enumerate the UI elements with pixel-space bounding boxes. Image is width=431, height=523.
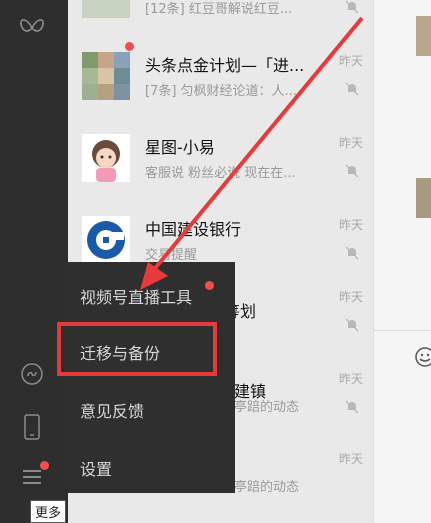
butterfly-logo-icon[interactable]	[18, 14, 46, 42]
menu-item-feedback[interactable]: 意见反馈	[80, 398, 144, 422]
divider	[374, 330, 431, 331]
muted-bell-icon	[345, 318, 359, 332]
chat-name: 星图-小易	[145, 138, 215, 157]
sidebar	[0, 0, 68, 523]
chat-preview: 亭踣的动态	[234, 480, 300, 495]
chat-time: 昨天	[338, 218, 363, 232]
ccb-logo-avatar	[82, 216, 130, 264]
contact-avatar	[416, 16, 431, 56]
chat-row[interactable]: 头条点金计划—「进... [7条] 匀枫财经论道：人... 昨天	[68, 40, 373, 122]
mini-program-icon[interactable]	[18, 360, 46, 388]
chat-preview: 亭踣的动态	[234, 400, 300, 415]
muted-bell-icon	[345, 0, 359, 14]
chat-window	[373, 0, 431, 523]
contact-avatar	[416, 178, 431, 218]
menu-item-live-tools[interactable]: 视频号直播工具	[80, 284, 192, 308]
phone-icon[interactable]	[18, 413, 46, 441]
menu-item-settings[interactable]: 设置	[80, 456, 112, 480]
more-tooltip: 更多	[30, 500, 67, 523]
chat-time: 昨天	[338, 54, 363, 68]
muted-bell-icon	[345, 164, 359, 178]
muted-bell-icon	[345, 82, 359, 96]
unread-dot	[125, 42, 134, 51]
chat-row[interactable]: [12条] 红豆哥解说红豆...	[68, 0, 373, 40]
chat-time: 昨天	[338, 452, 363, 466]
chat-preview: [7条] 匀枫财经论道：人...	[145, 84, 297, 99]
chat-preview: 客服说 粉丝必说 现在在...	[145, 166, 296, 181]
more-unread-dot	[40, 461, 49, 470]
chat-preview: 交易提醒	[145, 248, 198, 263]
muted-bell-icon	[345, 246, 359, 260]
group-avatar	[82, 0, 130, 18]
group-avatar	[82, 52, 130, 100]
chat-row[interactable]: 星图-小易 客服说 粉丝必说 现在在... 昨天	[68, 122, 373, 204]
chat-time: 昨天	[338, 372, 363, 386]
more-menu-icon[interactable]	[18, 461, 49, 491]
chat-preview: [12条] 红豆哥解说红豆...	[145, 2, 293, 17]
chat-time: 昨天	[338, 290, 363, 304]
chat-name: 中国建设银行	[145, 220, 242, 239]
highlight-box	[57, 322, 217, 376]
emoji-icon[interactable]	[414, 346, 431, 368]
live-tools-dot	[205, 281, 214, 290]
chat-time: 昨天	[338, 136, 363, 150]
cartoon-girl-avatar	[82, 134, 130, 182]
chat-name: 头条点金计划—「进...	[145, 56, 305, 75]
muted-bell-icon	[345, 400, 359, 414]
more-popup-menu: 视频号直播工具 迁移与备份 意见反馈 设置	[68, 262, 235, 493]
